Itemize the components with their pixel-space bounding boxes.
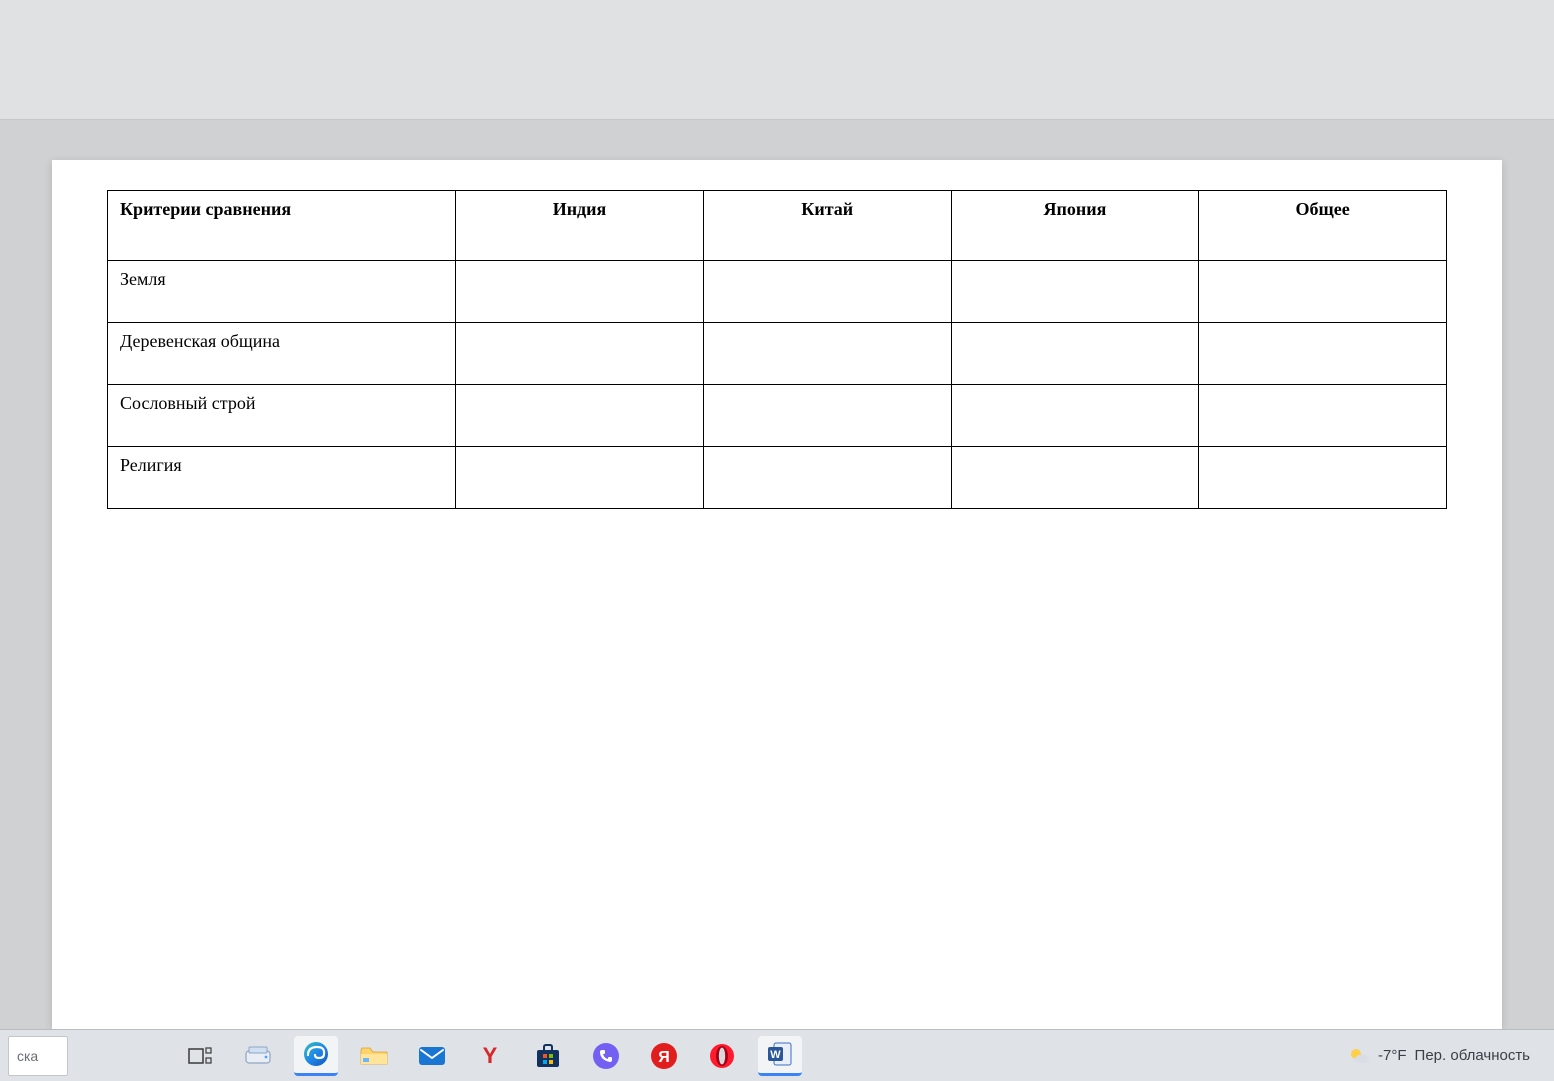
document-page: Критерии сравнения Индия Китай Япония Об…: [52, 160, 1502, 1029]
table-cell[interactable]: [456, 261, 704, 323]
table-cell[interactable]: [951, 385, 1199, 447]
scanner-app-button[interactable]: [236, 1036, 280, 1076]
table-row: Деревенская община: [108, 323, 1447, 385]
svg-text:Y: Y: [483, 1043, 498, 1068]
scanner-icon: [244, 1045, 272, 1067]
col-header: Китай: [703, 191, 951, 261]
table-cell[interactable]: [703, 323, 951, 385]
mail-app-button[interactable]: [410, 1036, 454, 1076]
taskbar-left: ска: [8, 1036, 68, 1076]
table-cell[interactable]: [703, 385, 951, 447]
col-header: Общее: [1199, 191, 1447, 261]
table-cell[interactable]: [1199, 447, 1447, 509]
word-app-button[interactable]: W: [758, 1036, 802, 1076]
table-cell[interactable]: [456, 447, 704, 509]
table-row: Земля: [108, 261, 1447, 323]
mail-icon: [417, 1044, 447, 1068]
col-header: Индия: [456, 191, 704, 261]
table-cell[interactable]: [951, 323, 1199, 385]
col-header: Япония: [951, 191, 1199, 261]
row-label[interactable]: Религия: [108, 447, 456, 509]
viber-app-button[interactable]: [584, 1036, 628, 1076]
weather-temperature: -7°F: [1378, 1047, 1407, 1064]
word-icon: W: [766, 1040, 794, 1068]
table-row: Сословный строй: [108, 385, 1447, 447]
svg-text:Я: Я: [658, 1049, 670, 1066]
table-cell[interactable]: [951, 261, 1199, 323]
table-header-row: Критерии сравнения Индия Китай Япония Об…: [108, 191, 1447, 261]
col-header: Критерии сравнения: [108, 191, 456, 261]
svg-text:W: W: [770, 1049, 781, 1061]
comparison-table: Критерии сравнения Индия Китай Япония Об…: [107, 190, 1447, 509]
search-fragment-text: ска: [17, 1048, 38, 1064]
row-label[interactable]: Сословный строй: [108, 385, 456, 447]
yandex-icon: Y: [477, 1043, 503, 1069]
edge-icon: [302, 1040, 330, 1068]
ms-store-button[interactable]: [526, 1036, 570, 1076]
taskview-button[interactable]: [178, 1036, 222, 1076]
opera-app-button[interactable]: [700, 1036, 744, 1076]
table-row: Религия: [108, 447, 1447, 509]
table-cell[interactable]: [703, 261, 951, 323]
yandex-red-icon: Я: [650, 1042, 678, 1070]
taskbar-right: -7°F Пер. облачность: [1348, 1045, 1546, 1067]
table-cell[interactable]: [703, 447, 951, 509]
store-icon: [534, 1043, 562, 1069]
weather-condition: Пер. облачность: [1415, 1047, 1530, 1064]
taskbar-search[interactable]: ска: [8, 1036, 68, 1076]
row-label[interactable]: Деревенская община: [108, 323, 456, 385]
taskview-icon: [188, 1046, 212, 1066]
table-cell[interactable]: [1199, 323, 1447, 385]
row-label[interactable]: Земля: [108, 261, 456, 323]
weather-widget[interactable]: -7°F Пер. облачность: [1348, 1045, 1530, 1067]
yandex-app-button[interactable]: Я: [642, 1036, 686, 1076]
table-cell[interactable]: [951, 447, 1199, 509]
table-cell[interactable]: [456, 323, 704, 385]
table-cell[interactable]: [1199, 385, 1447, 447]
document-editor-area: Критерии сравнения Индия Китай Япония Об…: [0, 120, 1554, 1029]
opera-icon: [708, 1042, 736, 1070]
taskbar-apps: Y: [178, 1036, 802, 1076]
table-cell[interactable]: [456, 385, 704, 447]
windows-taskbar: ска: [0, 1029, 1554, 1081]
file-explorer-button[interactable]: [352, 1036, 396, 1076]
table-cell[interactable]: [1199, 261, 1447, 323]
viber-icon: [592, 1042, 620, 1070]
weather-icon: [1348, 1045, 1370, 1067]
edge-app-button[interactable]: [294, 1036, 338, 1076]
yandex-browser-button[interactable]: Y: [468, 1036, 512, 1076]
folder-icon: [359, 1044, 389, 1068]
app-header-region: [0, 0, 1554, 120]
